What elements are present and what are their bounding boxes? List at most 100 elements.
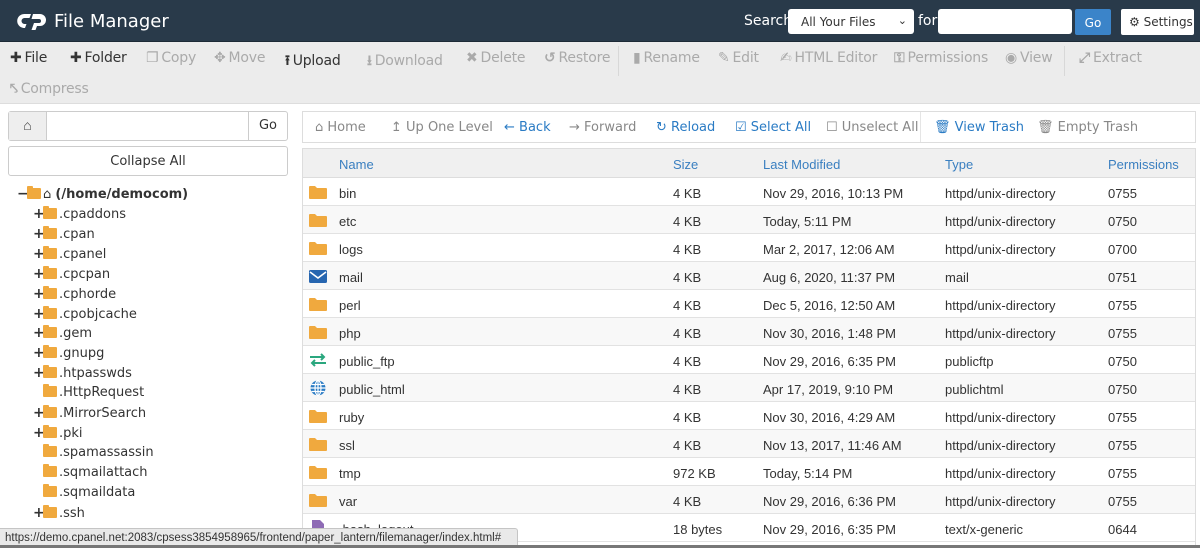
search-go-button[interactable]: Go bbox=[1075, 9, 1111, 35]
tree-item[interactable]: .spamassassin bbox=[33, 443, 154, 465]
table-row[interactable]: tmp 972 KB Today, 5:14 PM httpd/unix-direct… bbox=[303, 458, 1195, 486]
column-header-permissions[interactable]: Permissions bbox=[1108, 157, 1179, 172]
column-header-type[interactable]: Type bbox=[945, 157, 973, 172]
permissions-button[interactable]: ⚿ Permissions bbox=[894, 50, 988, 66]
file-name[interactable]: mail bbox=[339, 270, 363, 285]
select-all-button[interactable]: ☑ Select All bbox=[735, 120, 811, 135]
file-type: text/x-generic bbox=[945, 522, 1024, 537]
extract-button[interactable]: ⤢ Extract bbox=[1079, 50, 1142, 66]
file-size: 4 KB bbox=[673, 186, 702, 201]
file-name[interactable]: public_ftp bbox=[339, 354, 395, 369]
expand-icon[interactable]: + bbox=[33, 405, 45, 421]
trash-icon: 🗑 bbox=[934, 120, 951, 135]
html-editor-button[interactable]: ✍ HTML Editor bbox=[780, 50, 877, 66]
tree-item[interactable]: .sqmaildata bbox=[33, 483, 135, 505]
tree-item-label: .pki bbox=[59, 425, 83, 441]
nav-home-button[interactable]: ⌂ Home bbox=[315, 120, 366, 135]
for-label: for bbox=[918, 13, 938, 29]
edit-button[interactable]: ✎ Edit bbox=[718, 50, 759, 66]
rename-button[interactable]: ▮ Rename bbox=[633, 50, 700, 66]
expand-icon[interactable]: + bbox=[33, 345, 45, 361]
settings-button[interactable]: ⚙ Settings bbox=[1121, 9, 1194, 35]
file-name[interactable]: perl bbox=[339, 298, 361, 313]
tree-item[interactable]: + .MirrorSearch bbox=[33, 405, 146, 425]
tree-item[interactable]: + .htpasswds bbox=[33, 365, 132, 385]
table-row[interactable]: ssl 4 KB Nov 13, 2017, 11:46 AM httpd/unix-… bbox=[303, 430, 1195, 458]
folder-icon bbox=[43, 443, 57, 457]
table-row[interactable]: public_ftp 4 KB Nov 29, 2016, 6:35 PM publi… bbox=[303, 346, 1195, 374]
restore-button[interactable]: ↺ Restore bbox=[544, 50, 610, 66]
file-type: httpd/unix-directory bbox=[945, 298, 1056, 313]
new-folder-button[interactable]: ✚ Folder bbox=[70, 50, 127, 66]
file-name[interactable]: bin bbox=[339, 186, 356, 201]
nav-back-button[interactable]: ← Back bbox=[504, 120, 551, 135]
table-row[interactable]: var 4 KB Nov 29, 2016, 6:36 PM httpd/unix-d… bbox=[303, 486, 1195, 514]
collapse-icon[interactable]: − bbox=[17, 186, 29, 202]
view-button[interactable]: ◉ View bbox=[1005, 50, 1053, 66]
expand-icon[interactable]: + bbox=[33, 226, 45, 242]
download-button[interactable]: ⭳ Download bbox=[367, 50, 443, 74]
home-button[interactable]: ⌂ bbox=[9, 112, 47, 140]
tree-item[interactable]: + .pki bbox=[33, 424, 83, 445]
table-row[interactable]: etc 4 KB Today, 5:11 PM httpd/unix-director… bbox=[303, 206, 1195, 234]
tree-item[interactable]: .HttpRequest bbox=[33, 384, 144, 405]
table-row[interactable]: php 4 KB Nov 30, 2016, 1:48 PM httpd/unix-d… bbox=[303, 318, 1195, 346]
file-name[interactable]: logs bbox=[339, 242, 363, 257]
tree-item[interactable]: + .cpanel bbox=[33, 245, 106, 266]
column-header-size[interactable]: Size bbox=[673, 157, 698, 172]
upload-button[interactable]: ⭱ Upload bbox=[285, 50, 341, 74]
delete-button[interactable]: ✖ Delete bbox=[466, 50, 526, 66]
tree-item[interactable]: + .cpobjcache bbox=[33, 305, 137, 326]
search-input[interactable] bbox=[938, 9, 1072, 34]
search-scope-select[interactable]: All Your Files ⌄ bbox=[788, 9, 914, 34]
expand-icon[interactable]: + bbox=[33, 365, 45, 381]
table-row[interactable]: bin 4 KB Nov 29, 2016, 10:13 PM httpd/unix-… bbox=[303, 178, 1195, 206]
file-name[interactable]: ssl bbox=[339, 438, 355, 453]
file-type: httpd/unix-directory bbox=[945, 326, 1056, 341]
path-go-button[interactable]: Go bbox=[248, 112, 287, 140]
expand-icon[interactable]: + bbox=[33, 246, 45, 262]
file-name[interactable]: public_html bbox=[339, 382, 405, 397]
nav-reload-button[interactable]: ↻ Reload bbox=[656, 120, 715, 135]
file-name[interactable]: var bbox=[339, 494, 357, 509]
table-row[interactable]: mail 4 KB Aug 6, 2020, 11:37 PM mail 0751 bbox=[303, 262, 1195, 290]
tree-item[interactable]: + .cpan bbox=[33, 225, 95, 246]
file-permissions: 0755 bbox=[1108, 186, 1137, 201]
file-name[interactable]: etc bbox=[339, 214, 356, 229]
file-name[interactable]: tmp bbox=[339, 466, 361, 481]
file-name[interactable]: ruby bbox=[339, 410, 364, 425]
column-header-name[interactable]: Name bbox=[339, 157, 374, 172]
empty-trash-button[interactable]: 🗑 Empty Trash bbox=[1037, 120, 1138, 135]
tree-item[interactable]: + .ssh bbox=[33, 504, 85, 525]
tree-item[interactable]: + .gem bbox=[33, 325, 92, 345]
nav-up-button[interactable]: ↥ Up One Level bbox=[391, 120, 493, 135]
expand-icon[interactable]: + bbox=[33, 425, 45, 441]
expand-icon[interactable]: + bbox=[33, 266, 45, 282]
path-input[interactable] bbox=[47, 112, 248, 140]
tree-item[interactable]: + .cphorde bbox=[33, 285, 116, 306]
expand-icon[interactable]: + bbox=[33, 505, 45, 521]
tree-root[interactable]: − ⌂ (/home/democom) bbox=[17, 186, 188, 206]
tree-item[interactable]: + .gnupg bbox=[33, 345, 104, 365]
collapse-all-button[interactable]: Collapse All bbox=[8, 146, 288, 176]
expand-icon[interactable]: + bbox=[33, 306, 45, 322]
column-header-modified[interactable]: Last Modified bbox=[763, 157, 840, 172]
compress-button[interactable]: ⤣ Compress bbox=[10, 81, 89, 97]
file-name[interactable]: php bbox=[339, 326, 361, 341]
expand-icon[interactable]: + bbox=[33, 286, 45, 302]
unselect-all-button[interactable]: ☐ Unselect All bbox=[826, 120, 918, 135]
table-row[interactable]: logs 4 KB Mar 2, 2017, 12:06 AM httpd/unix-… bbox=[303, 234, 1195, 262]
table-row[interactable]: perl 4 KB Dec 5, 2016, 12:50 AM httpd/unix-… bbox=[303, 290, 1195, 318]
tree-item[interactable]: + .cpcpan bbox=[33, 265, 110, 286]
move-button[interactable]: ✥ Move bbox=[214, 50, 265, 66]
expand-icon[interactable]: + bbox=[33, 206, 45, 222]
expand-icon[interactable]: + bbox=[33, 325, 45, 341]
nav-forward-button[interactable]: → Forward bbox=[569, 120, 636, 135]
new-file-button[interactable]: ✚ File bbox=[10, 50, 47, 66]
tree-item[interactable]: + .cpaddons bbox=[33, 206, 126, 226]
view-trash-button[interactable]: 🗑 View Trash bbox=[934, 120, 1024, 135]
table-row[interactable]: public_html 4 KB Apr 17, 2019, 9:10 PM publ… bbox=[303, 374, 1195, 402]
copy-button[interactable]: ❐ Copy bbox=[146, 50, 196, 66]
table-row[interactable]: ruby 4 KB Nov 30, 2016, 4:29 AM httpd/unix-… bbox=[303, 402, 1195, 430]
tree-item[interactable]: .sqmailattach bbox=[33, 463, 148, 485]
